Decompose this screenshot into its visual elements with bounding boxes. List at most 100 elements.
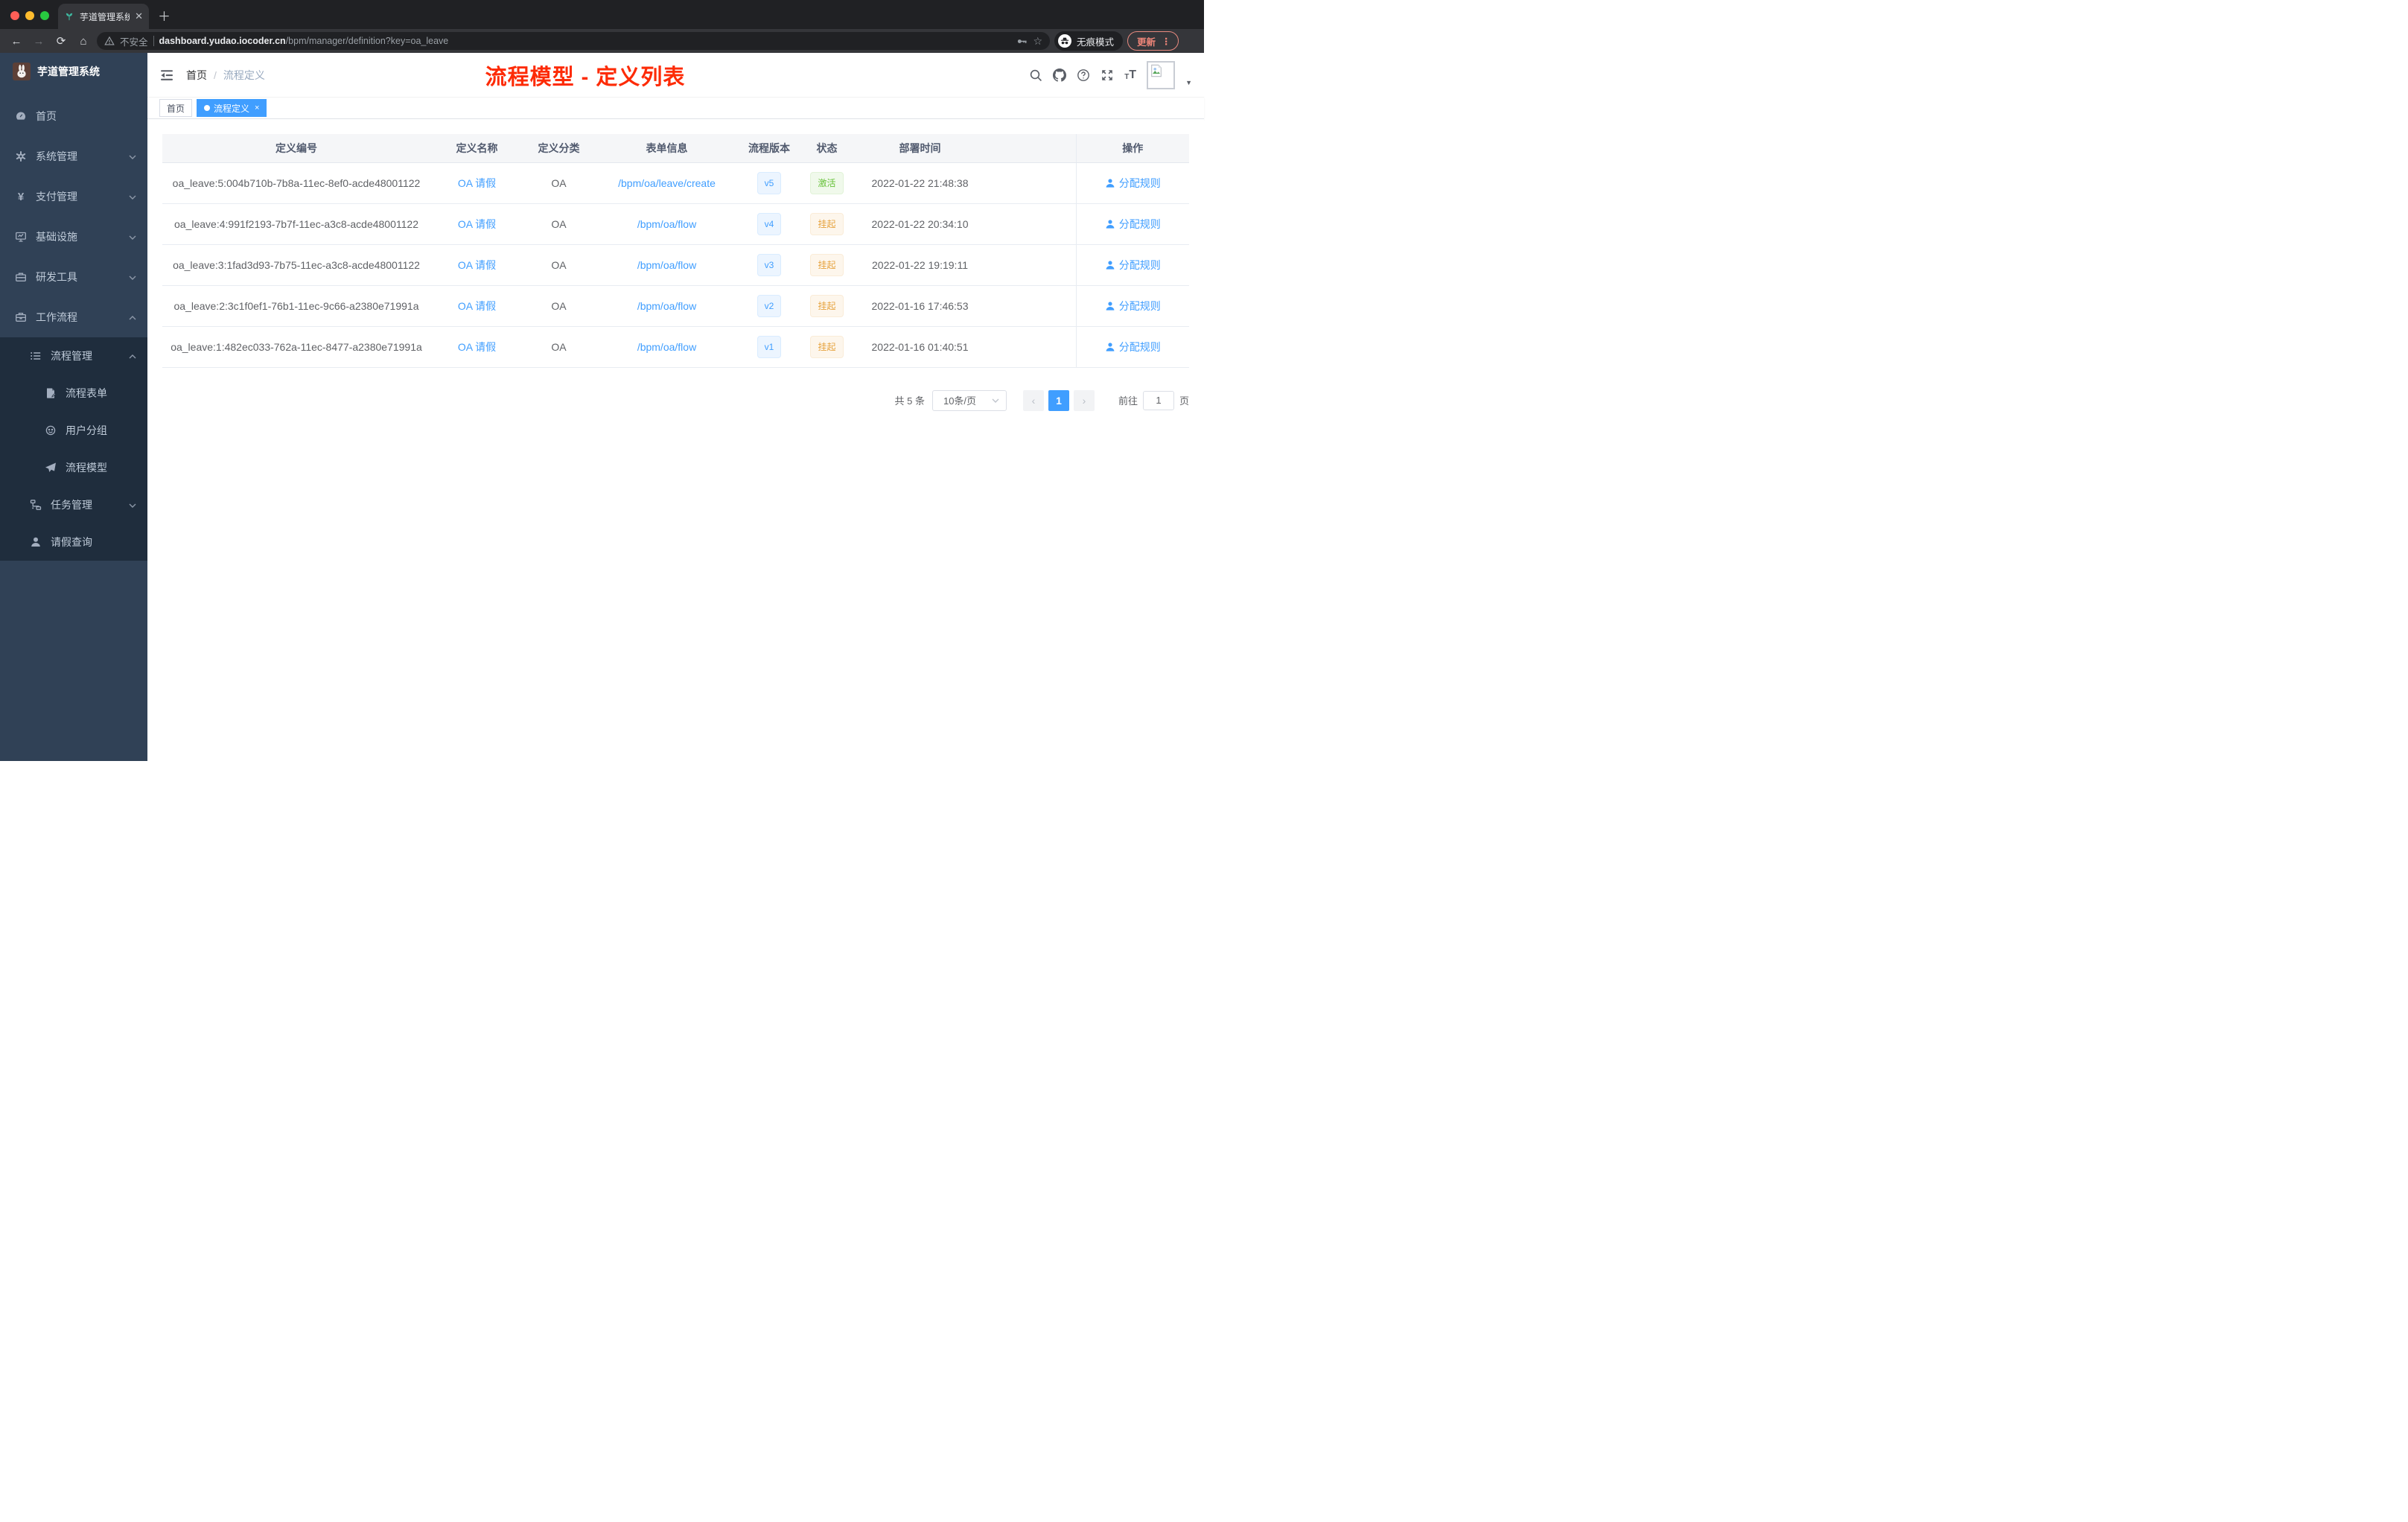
tab-title: 芋道管理系统: [80, 11, 130, 22]
user-icon: [30, 536, 42, 548]
home-button[interactable]: ⌂: [74, 35, 92, 48]
chevron-down-icon: [128, 273, 137, 281]
goto-suffix: 页: [1179, 395, 1189, 407]
prev-page-button[interactable]: ‹: [1022, 389, 1044, 411]
assign-rule-link[interactable]: 分配规则: [1105, 299, 1161, 313]
top-navbar: 首页 / 流程定义 流程模型 - 定义列表 TT ▼: [147, 53, 1204, 97]
status-tag: 挂起: [810, 212, 844, 235]
back-button[interactable]: ←: [7, 35, 25, 48]
sidebar-item-task-mgmt[interactable]: 任务管理: [0, 486, 147, 523]
assign-rule-link[interactable]: 分配规则: [1105, 340, 1161, 354]
sidebar-item-devtools[interactable]: 研发工具: [0, 257, 147, 297]
cell-category: OA: [523, 326, 594, 368]
minimize-window-button[interactable]: [25, 11, 34, 20]
form-link[interactable]: /bpm/oa/flow: [637, 218, 696, 230]
app-title: 芋道管理系统: [37, 66, 100, 77]
tag-close-icon[interactable]: ×: [255, 104, 259, 112]
avatar-caret-icon[interactable]: ▼: [1185, 79, 1192, 86]
chevron-down-icon: [128, 192, 137, 201]
form-link[interactable]: /bpm/oa/flow: [637, 341, 696, 353]
page-1-button[interactable]: 1: [1048, 389, 1069, 411]
chevron-down-icon: [128, 152, 137, 161]
sidebar-collapse-icon[interactable]: [159, 68, 174, 83]
font-size-icon[interactable]: TT: [1124, 69, 1136, 81]
sidebar-item-system[interactable]: 系统管理: [0, 136, 147, 176]
user-icon: [1106, 342, 1115, 351]
definition-name-link[interactable]: OA 请假: [458, 218, 496, 230]
cell-category: OA: [523, 244, 594, 286]
help-icon[interactable]: [1077, 69, 1090, 82]
goto-page-input[interactable]: [1142, 390, 1174, 410]
sidebar-menu: 首页 系统管理 ¥ 支付管理 基础设施 研发工具 工作流程 流程管理 流程表单 …: [0, 96, 147, 561]
toolbox-icon: [15, 271, 27, 283]
page-size-select[interactable]: 10条/页: [931, 389, 1007, 411]
sidebar-item-user-group[interactable]: 用户分组: [0, 412, 147, 449]
next-page-button[interactable]: ›: [1073, 389, 1095, 411]
sidebar-item-process-model[interactable]: 流程模型: [0, 449, 147, 486]
definition-table: 定义编号 定义名称 定义分类 表单信息 流程版本 状态 部署时间 操作 oa_l…: [162, 134, 1189, 368]
cell-category: OA: [523, 162, 594, 204]
incognito-label: 无痕模式: [1077, 36, 1115, 48]
goto-label: 前往: [1118, 395, 1138, 407]
key-icon[interactable]: [1016, 36, 1028, 47]
avatar[interactable]: [1147, 60, 1176, 89]
sidebar-item-process-form[interactable]: 流程表单: [0, 375, 147, 412]
assign-rule-link[interactable]: 分配规则: [1105, 217, 1161, 232]
version-tag: v4: [757, 212, 782, 235]
window-controls[interactable]: [0, 11, 58, 29]
github-icon[interactable]: [1053, 68, 1067, 82]
tab-close-icon[interactable]: ✕: [135, 10, 143, 22]
form-link[interactable]: /bpm/oa/flow: [637, 300, 696, 312]
update-label: 更新: [1137, 36, 1156, 48]
chevron-down-icon: [128, 500, 137, 509]
cell-id: oa_leave:4:991f2193-7b7f-11ec-a3c8-acde4…: [162, 203, 430, 245]
new-tab-button[interactable]: ＋: [149, 6, 171, 29]
tag-process-definition[interactable]: 流程定义 ×: [197, 99, 267, 117]
browser-tab[interactable]: 芋道管理系统 ✕: [58, 4, 149, 29]
sidebar-item-leave-query[interactable]: 请假查询: [0, 523, 147, 561]
url-text: dashboard.yudao.iocoder.cn/bpm/manager/d…: [159, 36, 1012, 46]
bookmark-star-icon[interactable]: ☆: [1033, 35, 1042, 48]
url-bar[interactable]: 不安全 dashboard.yudao.iocoder.cn/bpm/manag…: [97, 32, 1050, 50]
sidebar-item-infra[interactable]: 基础设施: [0, 217, 147, 257]
breadcrumb-home[interactable]: 首页: [186, 68, 207, 83]
definition-name-link[interactable]: OA 请假: [458, 341, 496, 353]
zoom-window-button[interactable]: [40, 11, 49, 20]
breadcrumb: 首页 / 流程定义: [186, 68, 265, 83]
assign-rule-link[interactable]: 分配规则: [1105, 176, 1161, 191]
user-icon: [1106, 219, 1115, 229]
version-tag: v5: [757, 171, 782, 194]
table-row: oa_leave:1:482ec033-762a-11ec-8477-a2380…: [162, 326, 1189, 368]
chevron-down-icon: [991, 396, 1000, 405]
sidebar-item-payment[interactable]: ¥ 支付管理: [0, 176, 147, 217]
paper-plane-icon: [45, 462, 57, 474]
close-window-button[interactable]: [10, 11, 19, 20]
status-tag: 激活: [810, 171, 844, 194]
chevron-up-icon: [128, 313, 137, 322]
breadcrumb-current: 流程定义: [223, 69, 265, 81]
list-icon: [30, 350, 42, 362]
cell-category: OA: [523, 285, 594, 327]
form-link[interactable]: /bpm/oa/flow: [637, 259, 696, 271]
sidebar-item-process-mgmt[interactable]: 流程管理: [0, 337, 147, 375]
form-link[interactable]: /bpm/oa/leave/create: [618, 177, 716, 189]
search-icon[interactable]: [1029, 69, 1042, 82]
reload-button[interactable]: ⟳: [52, 34, 70, 48]
definition-name-link[interactable]: OA 请假: [458, 259, 496, 271]
update-button[interactable]: 更新 ⋮: [1127, 31, 1179, 51]
sidebar-item-home[interactable]: 首页: [0, 96, 147, 136]
assign-rule-link[interactable]: 分配规则: [1105, 258, 1161, 273]
fullscreen-icon[interactable]: [1101, 69, 1114, 82]
sidebar-item-workflow[interactable]: 工作流程: [0, 297, 147, 337]
definition-name-link[interactable]: OA 请假: [458, 300, 496, 312]
sidebar-logo: 芋道管理系统: [0, 53, 147, 90]
tag-home[interactable]: 首页: [159, 99, 193, 117]
definition-name-link[interactable]: OA 请假: [458, 177, 496, 189]
form-icon: [45, 387, 57, 399]
forward-button[interactable]: →: [30, 35, 48, 48]
favicon-sprout-icon: [64, 11, 74, 22]
dashboard-icon: [15, 110, 27, 122]
cell-id: oa_leave:2:3c1f0ef1-76b1-11ec-9c66-a2380…: [162, 285, 430, 327]
browser-menu-icon[interactable]: ⋮: [1162, 36, 1171, 47]
version-tag: v1: [757, 335, 782, 358]
